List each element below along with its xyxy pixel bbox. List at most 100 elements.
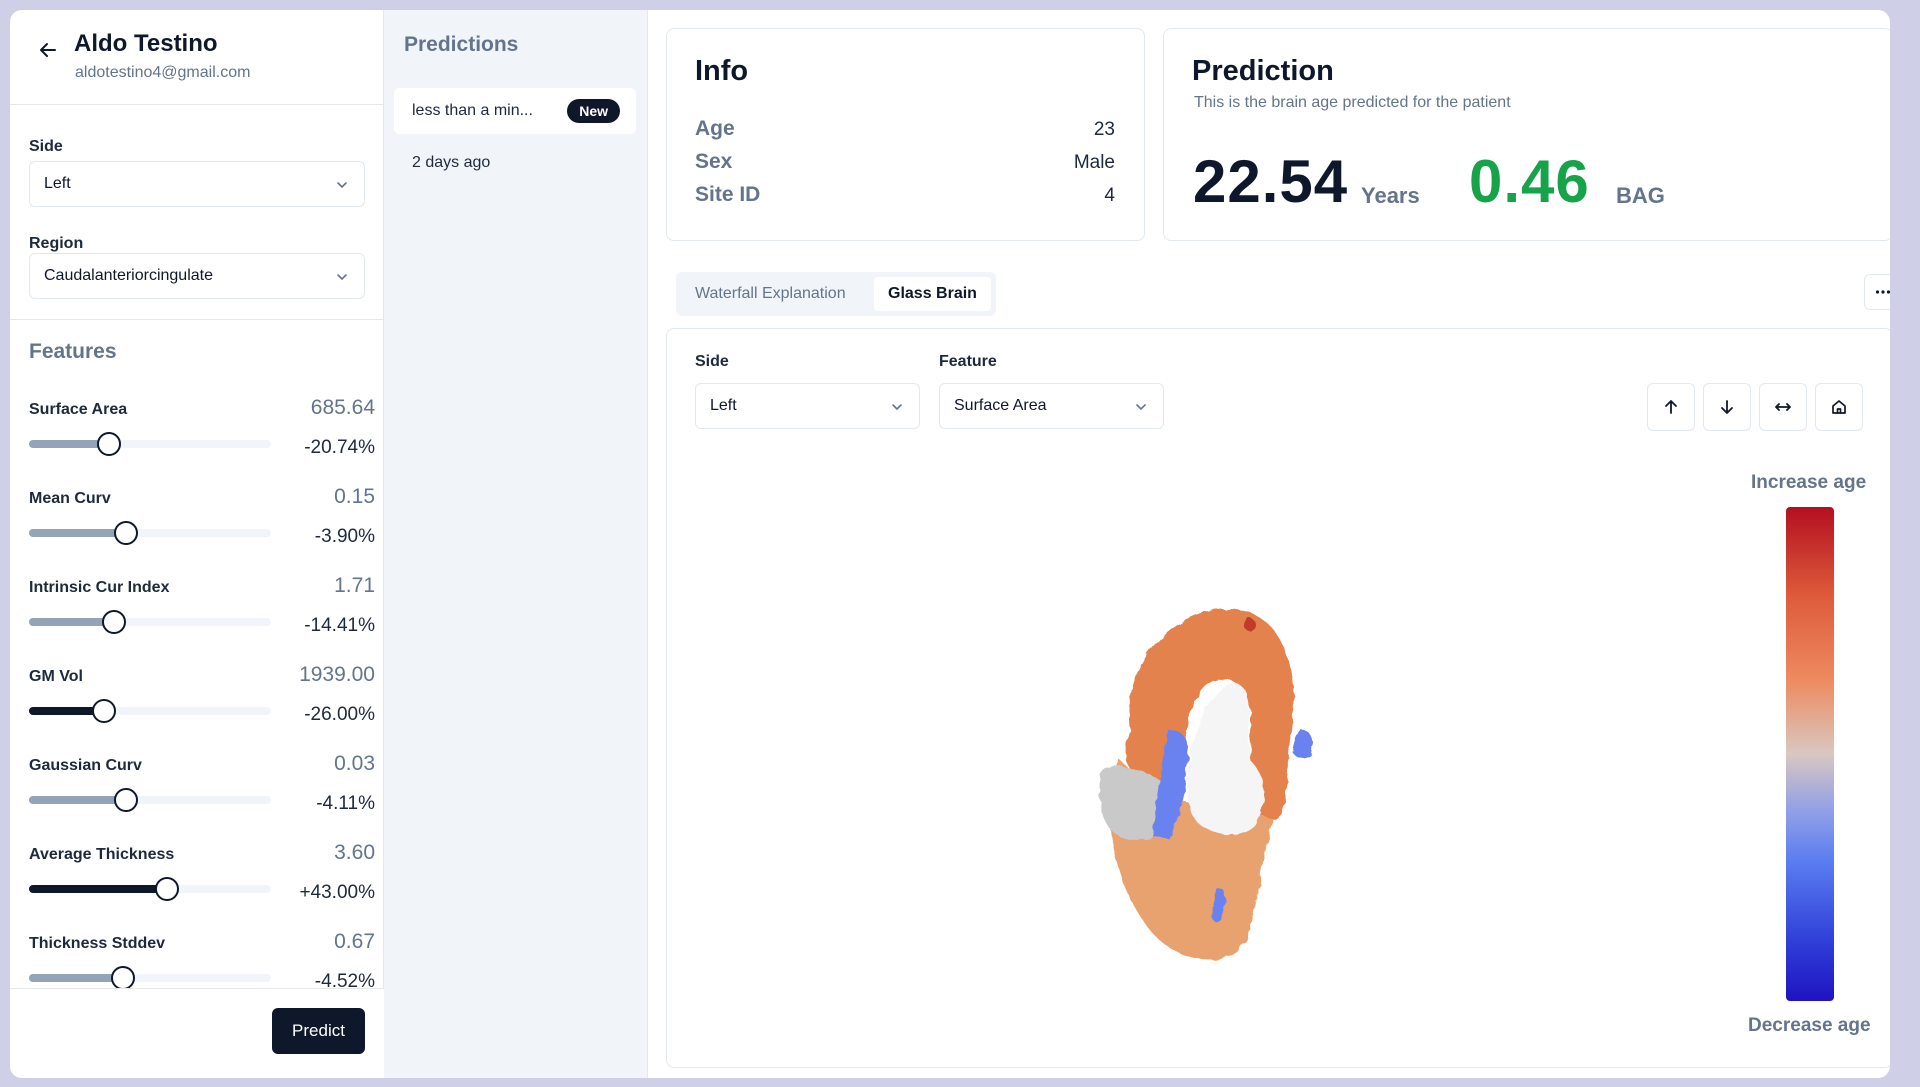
prediction-subtitle: This is the brain age predicted for the … [1194,94,1511,111]
arrow-left-icon[interactable] [36,38,60,62]
info-key: Sex [695,150,733,173]
prediction-card: Prediction This is the brain age predict… [1163,28,1890,241]
scale-top-label: Increase age [1751,472,1867,493]
chevron-down-icon [337,274,347,281]
feature-row: Mean Curv 0.15 -3.90% [29,481,375,570]
feature-percent: -3.90% [314,526,375,547]
info-key: Age [695,117,735,140]
feature-row: GM Vol 1939.00 -26.00% [29,659,375,748]
prediction-item-label: less than a min... [412,102,533,119]
arrow-up-icon [1665,400,1677,414]
feature-slider[interactable] [29,521,271,545]
slider-thumb[interactable] [113,788,138,812]
gb-feature-label: Feature [939,353,997,370]
feature-row: Intrinsic Cur Index 1.71 -14.41% [29,570,375,659]
feature-value: 0.67 [334,930,375,953]
chevron-down-icon [1136,404,1146,411]
feature-value: 1.71 [334,574,375,597]
prediction-title: Prediction [1192,55,1334,87]
info-value: Male [1073,152,1115,173]
feature-name: Surface Area [29,401,128,418]
rotate-horizontal-button[interactable] [1759,383,1807,431]
slider-thumb[interactable] [113,521,138,545]
home-icon [1832,400,1846,414]
info-row-sex: Sex Male [695,150,1115,180]
more-options-button[interactable] [1864,274,1890,310]
slider-fill [29,796,126,804]
feature-slider[interactable] [29,610,271,634]
feature-name: Average Thickness [29,846,175,863]
feature-percent: -14.41% [304,615,375,636]
brain-region-red [1244,619,1256,631]
patient-header: Aldo Testino aldotestino4@gmail.com [10,10,383,105]
prediction-item-label: 2 days ago [412,154,491,171]
prediction-item[interactable]: less than a min... New [394,88,636,134]
info-value: 23 [1093,119,1115,140]
slider-fill [29,885,167,893]
feature-percent: +43.00% [299,882,375,903]
side-label: Side [29,138,63,155]
arrow-down-icon [1721,400,1733,414]
slider-fill [29,529,126,537]
feature-name: GM Vol [29,668,83,685]
info-row-site-id: Site ID 4 [695,183,1115,213]
app-window: Aldo Testino aldotestino4@gmail.com Side… [10,10,1890,1078]
patient-email: aldotestino4@gmail.com [75,64,251,81]
tab-glass-brain[interactable]: Glass Brain [874,277,991,311]
rotate-up-button[interactable] [1647,383,1695,431]
gb-side-select-value: Left [710,397,737,414]
slider-thumb[interactable] [154,877,179,901]
feature-row: Average Thickness 3.60 +43.00% [29,837,375,926]
prediction-item[interactable]: 2 days ago [394,140,636,186]
feature-slider[interactable] [29,966,271,990]
slider-fill [29,618,114,626]
gb-feature-select-value: Surface Area [954,397,1047,414]
side-select-value: Left [44,175,71,192]
feature-slider[interactable] [29,877,271,901]
slider-thumb[interactable] [92,699,117,723]
gb-feature-select[interactable]: Surface Area [939,383,1164,429]
info-card: Info Age 23 Sex Male Site ID 4 [666,28,1145,241]
feature-row: Surface Area 685.64 -20.74% [29,392,375,481]
feature-value: 0.15 [334,485,375,508]
info-row-age: Age 23 [695,117,1115,147]
predicted-age-unit: Years [1361,183,1420,208]
feature-value: 3.60 [334,841,375,864]
feature-slider[interactable] [29,788,271,812]
gb-side-select[interactable]: Left [695,383,920,429]
feature-percent: -26.00% [304,704,375,725]
view-tabs: Waterfall Explanation Glass Brain [676,272,996,316]
side-select[interactable]: Left [29,161,365,207]
predicted-age: 22.54 [1193,148,1349,215]
brain-region-grey [1100,765,1161,841]
features-title: Features [29,340,117,363]
rotate-down-button[interactable] [1703,383,1751,431]
feature-name: Thickness Stddev [29,935,166,952]
more-horizontal-icon [1875,290,1890,294]
region-select-value: Caudalanteriorcingulate [44,267,213,284]
slider-thumb[interactable] [111,966,136,990]
feature-row: Gaussian Curv 0.03 -4.11% [29,748,375,837]
slider-thumb[interactable] [96,432,121,456]
info-title: Info [695,55,749,87]
tab-waterfall-explanation[interactable]: Waterfall Explanation [681,277,860,311]
arrows-horizontal-icon [1775,403,1791,411]
feature-slider[interactable] [29,699,271,723]
gb-side-label: Side [695,353,729,370]
slider-thumb[interactable] [101,610,126,634]
brain-3d-view[interactable] [1090,600,1340,970]
chevron-down-icon [337,182,347,189]
feature-name: Mean Curv [29,490,111,507]
bag-value: 0.46 [1469,148,1590,215]
predictions-panel: Predictions less than a min... New 2 day… [384,10,648,1078]
reset-view-button[interactable] [1815,383,1863,431]
region-select[interactable]: Caudalanteriorcingulate [29,253,365,299]
color-scale-bar [1786,507,1834,1001]
new-badge: New [567,99,620,123]
predict-button[interactable]: Predict [272,1008,365,1054]
feature-percent: -4.11% [316,793,375,814]
feature-percent: -20.74% [304,437,375,458]
feature-slider[interactable] [29,432,271,456]
divider [10,319,384,320]
scale-bottom-label: Decrease age [1748,1015,1871,1036]
